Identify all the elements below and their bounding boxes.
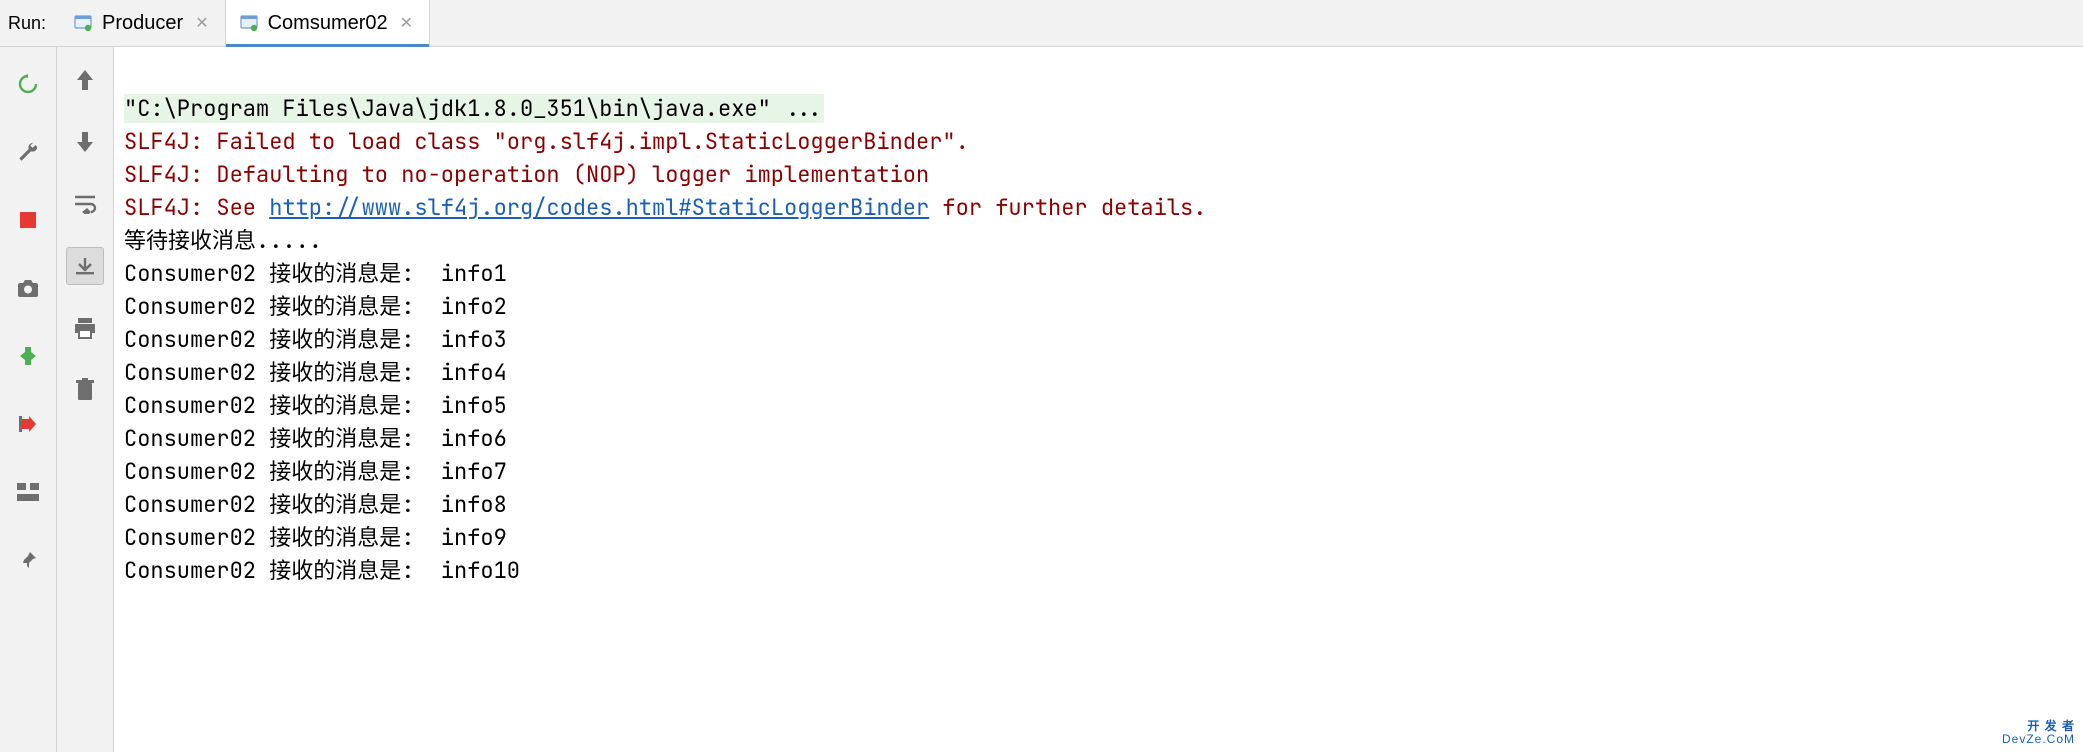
console-side-toolbar <box>57 47 114 752</box>
run-side-toolbar <box>0 47 57 752</box>
down-arrow-icon[interactable] <box>66 123 104 161</box>
tab-label: Comsumer02 <box>268 12 388 35</box>
console-line: Consumer02 接收的消息是: info9 <box>124 523 507 552</box>
console-line: 等待接收消息..... <box>124 226 322 255</box>
tab-comsumer02[interactable]: Comsumer02 ✕ <box>226 0 430 46</box>
console-line: Consumer02 接收的消息是: info4 <box>124 358 507 387</box>
run-tabs: Producer ✕ Comsumer02 ✕ <box>60 0 430 46</box>
tab-producer[interactable]: Producer ✕ <box>60 0 226 46</box>
console-line: Consumer02 接收的消息是: info1 <box>124 259 507 288</box>
console-line: Consumer02 接收的消息是: info8 <box>124 490 507 519</box>
console-error-line: SLF4J: Defaulting to no-operation (NOP) … <box>124 160 929 189</box>
layout-icon[interactable] <box>9 473 47 511</box>
scroll-to-end-icon[interactable] <box>66 247 104 285</box>
run-config-icon <box>240 14 258 32</box>
camera-icon[interactable] <box>9 269 47 307</box>
console-line: Consumer02 接收的消息是: info3 <box>124 325 507 354</box>
console-output[interactable]: "C:\Program Files\Java\jdk1.8.0_351\bin\… <box>114 47 2083 752</box>
console-line: Consumer02 接收的消息是: info6 <box>124 424 507 453</box>
stop-button[interactable] <box>9 201 47 239</box>
soft-wrap-icon[interactable] <box>66 185 104 223</box>
wrench-icon[interactable] <box>9 133 47 171</box>
slf4j-link[interactable]: http://www.slf4j.org/codes.html#StaticLo… <box>269 193 929 222</box>
rerun-button[interactable] <box>9 65 47 103</box>
console-error-line: SLF4J: Failed to load class "org.slf4j.i… <box>124 127 969 156</box>
console-line: Consumer02 接收的消息是: info5 <box>124 391 507 420</box>
exit-icon[interactable] <box>9 405 47 443</box>
tab-label: Producer <box>102 12 183 35</box>
bug-profiler-icon[interactable] <box>9 337 47 375</box>
run-config-icon <box>74 14 92 32</box>
console-error-line: SLF4J: See http://www.slf4j.org/codes.ht… <box>124 193 1206 222</box>
up-arrow-icon[interactable] <box>66 61 104 99</box>
close-icon[interactable]: ✕ <box>398 11 415 35</box>
run-toolbar: Run: Producer ✕ Comsumer02 ✕ <box>0 0 2083 47</box>
watermark: 开 发 者 DevZe.CoM <box>2002 720 2075 746</box>
pin-icon[interactable] <box>9 541 47 579</box>
run-label: Run: <box>0 0 60 46</box>
console-line: Consumer02 接收的消息是: info2 <box>124 292 507 321</box>
console-line: Consumer02 接收的消息是: info7 <box>124 457 507 486</box>
command-line: "C:\Program Files\Java\jdk1.8.0_351\bin\… <box>124 94 824 123</box>
console-line: Consumer02 接收的消息是: info10 <box>124 556 520 585</box>
close-icon[interactable]: ✕ <box>193 11 210 35</box>
print-icon[interactable] <box>66 309 104 347</box>
trash-icon[interactable] <box>66 371 104 409</box>
